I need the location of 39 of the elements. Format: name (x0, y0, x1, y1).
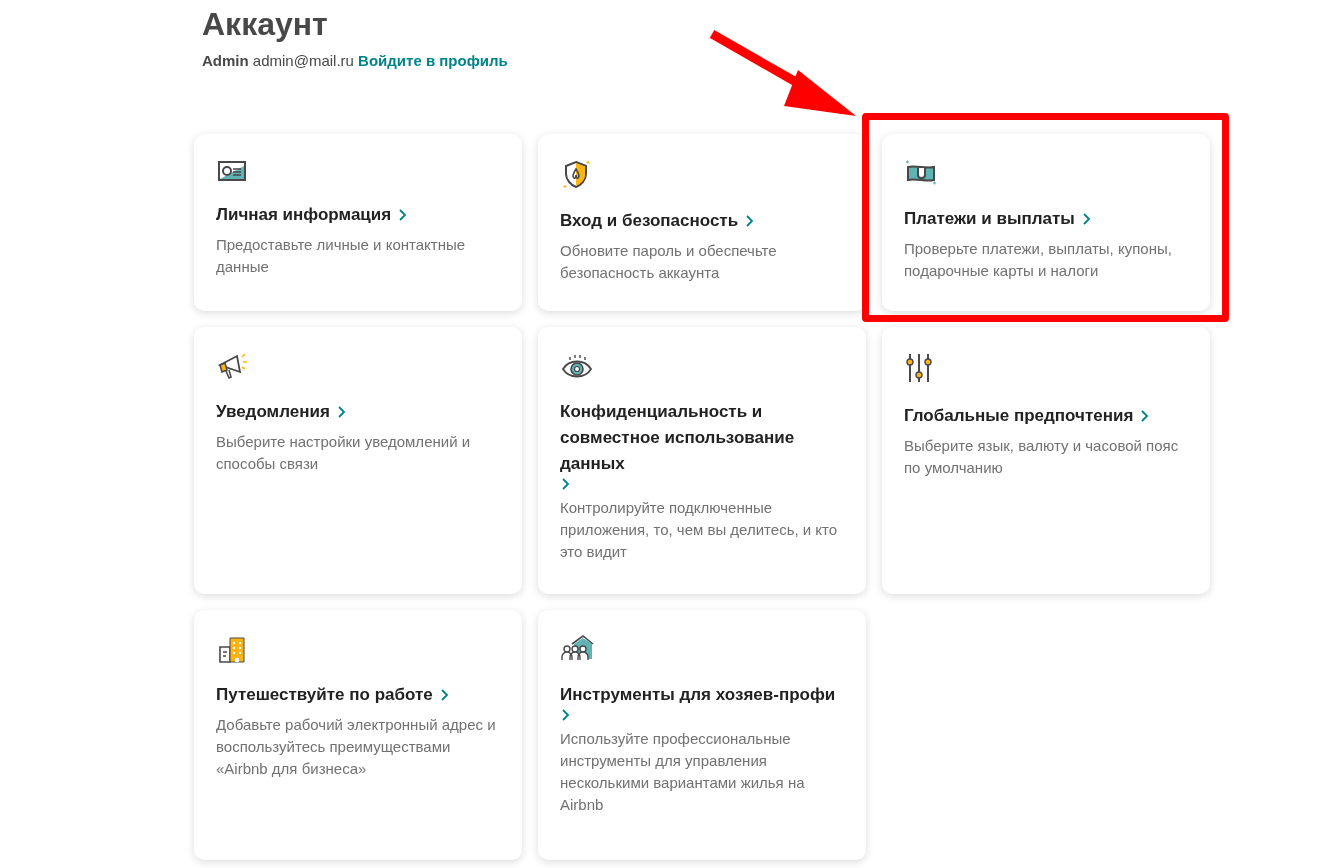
id-card-icon (216, 158, 248, 184)
card-title: Путешествуйте по работе (216, 684, 433, 706)
card-description: Проверьте платежи, выплаты, купоны, подарочные карты и налоги (904, 239, 1173, 281)
card-title: Личная информация (216, 204, 392, 226)
settings-card[interactable]: Инструменты для хозяев-профи Используйте профессиональные инструменты для управления несколькими вариантами жилья на Airbnb (538, 610, 866, 860)
chevron-icon (744, 214, 755, 228)
card-title: Конфиденциальность и совместное использование данных (560, 401, 796, 475)
card-description: Контролируйте подключенные приложения, то, чем вы делитесь, и кто это видит (560, 498, 839, 562)
card-title: Глобальные предпочтения (904, 405, 1134, 427)
card-description: Используйте профессиональные инструменты для управления несколькими вариантами жилья на Airbnb (560, 729, 806, 815)
chevron-icon (560, 708, 570, 722)
chevron-icon (397, 208, 408, 222)
settings-card[interactable]: Личная информация Предоставьте личные и контактные данные (194, 134, 522, 311)
card-description: Предоставьте личные и контактные данные (216, 235, 467, 277)
settings-card[interactable]: Конфиденциальность и совместное использование данных Контролируйте подключенные приложения, то, чем вы делитесь, и кто это видит (538, 327, 866, 594)
chevron-icon (560, 477, 570, 491)
card-title: Вход и безопасность (560, 210, 739, 232)
profile-link[interactable]: Войдите в профиль (358, 52, 508, 69)
page-title: Аккаунт (201, 5, 329, 44)
sliders-icon (904, 351, 934, 385)
chevron-icon (1139, 409, 1150, 423)
card-title: Инструменты для хозяев-профи (560, 684, 836, 706)
settings-card[interactable]: Платежи и выплаты Проверьте платежи, выплаты, купоны, подарочные карты и налоги (882, 134, 1210, 311)
card-description: Добавьте рабочий электронный адрес и воспользуйтесь преимуществами «Airbnb для бизнеса» (216, 715, 497, 779)
building-icon (216, 634, 248, 664)
settings-card[interactable]: Уведомления Выберите настройки уведомлений и способы связи (194, 327, 522, 594)
card-description: Обновите пароль и обеспечьте безопасность аккаунта (560, 241, 778, 283)
settings-card[interactable]: Глобальные предпочтения Выберите язык, валюту и часовой пояс по умолчанию (882, 327, 1210, 594)
card-description: Выберите язык, валюту и часовой пояс по умолчанию (904, 436, 1180, 478)
card-description: Выберите настройки уведомлений и способы связи (216, 432, 472, 474)
settings-card[interactable]: Путешествуйте по работе Добавьте рабочий электронный адрес и воспользуйтесь преимуществами «Airbnb для бизнеса» (194, 610, 522, 860)
chevron-icon (438, 688, 449, 702)
chevron-icon (1080, 212, 1091, 226)
chevron-icon (335, 405, 346, 419)
account-info: Admin admin@mail.ru (202, 52, 354, 69)
card-title: Уведомления (216, 401, 330, 423)
megaphone-icon (216, 351, 250, 381)
banknote-icon (904, 158, 938, 188)
card-title: Платежи и выплаты (904, 208, 1075, 230)
